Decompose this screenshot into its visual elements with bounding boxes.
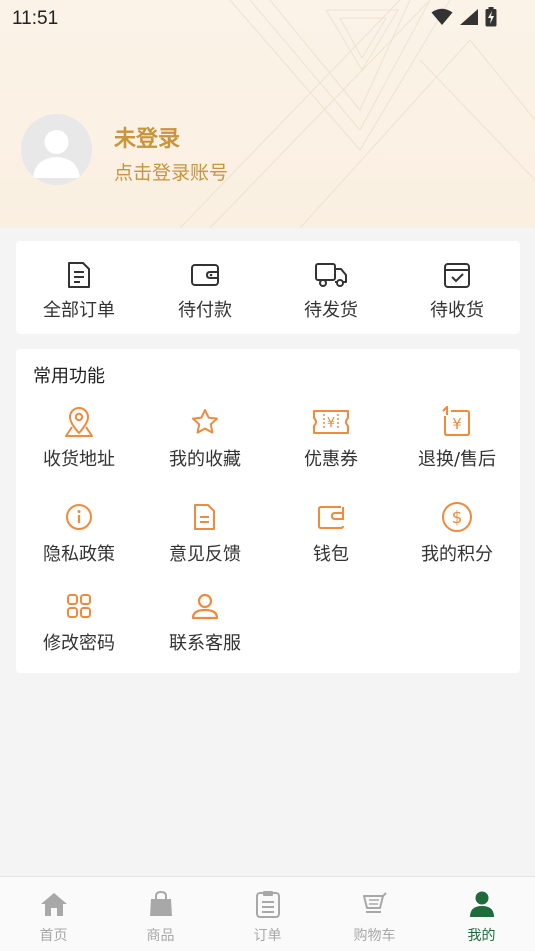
status-icons [431,7,497,27]
wifi-icon [431,8,453,25]
map-pin-icon [65,407,93,437]
grid-icon [67,594,91,618]
login-prompt[interactable]: 点击登录账号 [114,158,228,185]
svg-text:$: $ [452,508,463,528]
func-label: 钱包 [313,544,349,565]
coupon-icon: ¥ [313,410,349,434]
common-functions-card: 常用功能 收货地址 我的收藏 ¥ 优惠券 ¥ 退换/售后 隐私政策 意见反馈 钱… [16,349,520,673]
func-label: 我的积分 [421,544,493,565]
func-coupons[interactable]: ¥ 优惠券 [268,405,394,485]
order-all-label: 全部订单 [43,300,115,321]
func-privacy-policy[interactable]: 隐私政策 [16,500,142,580]
func-wallet[interactable]: 钱包 [268,500,394,580]
nav-label: 订单 [253,928,282,944]
func-feedback[interactable]: 意见反馈 [142,500,268,580]
nav-products[interactable]: 商品 [107,877,214,951]
battery-icon [485,7,497,27]
bottom-nav: 首页 商品 订单 购物车 我的 [0,876,535,951]
orders-card: 全部订单 待付款 待发货 待收货 [16,241,520,334]
svg-text:¥: ¥ [327,416,335,431]
avatar[interactable] [21,114,92,185]
cart-icon [362,892,387,913]
nav-home[interactable]: 首页 [0,877,107,951]
dollar-icon: $ [442,502,472,532]
order-pending-payment[interactable]: 待付款 [142,241,268,334]
func-label: 修改密码 [43,633,115,654]
home-icon [40,893,67,916]
wallet-icon [318,506,344,529]
nav-label: 首页 [39,928,68,944]
bag-icon [149,891,172,916]
func-change-password[interactable]: 修改密码 [16,589,142,669]
section-title: 常用功能 [33,366,105,387]
order-pending-payment-label: 待付款 [178,300,232,321]
profile-icon [469,891,494,917]
func-label: 联系客服 [169,633,241,654]
order-pending-shipment[interactable]: 待发货 [268,241,394,334]
refund-icon: ¥ [442,406,470,436]
nav-orders[interactable]: 订单 [214,877,321,951]
func-label: 优惠券 [304,449,358,470]
star-icon [192,409,218,434]
feedback-icon [194,504,215,530]
status-bar: 11:51 [0,0,535,38]
order-pending-receipt-label: 待收货 [430,300,484,321]
nav-cart[interactable]: 购物车 [321,877,428,951]
order-pending-receipt[interactable]: 待收货 [394,241,520,334]
box-check-icon [444,263,470,288]
login-status-title[interactable]: 未登录 [114,121,180,153]
order-pending-shipment-label: 待发货 [304,300,358,321]
default-avatar-icon [21,114,92,185]
func-favorites[interactable]: 我的收藏 [142,405,268,485]
wallet-icon [191,264,219,286]
truck-icon [315,263,347,287]
func-shipping-address[interactable]: 收货地址 [16,405,142,485]
status-time: 11:51 [12,8,59,29]
person-icon [191,593,219,620]
signal-icon [460,9,478,25]
document-icon [68,262,90,288]
func-label: 我的收藏 [169,449,241,470]
profile-header: 11:51 未登录 点击登录账号 [0,0,535,228]
nav-label: 购物车 [353,928,396,944]
nav-label: 我的 [467,928,496,944]
func-returns[interactable]: ¥ 退换/售后 [394,405,520,485]
info-icon [66,504,92,530]
clipboard-icon [255,891,280,918]
order-all[interactable]: 全部订单 [16,241,142,334]
nav-profile[interactable]: 我的 [428,877,535,951]
nav-label: 商品 [146,928,175,944]
func-contact-support[interactable]: 联系客服 [142,589,268,669]
func-label: 退换/售后 [417,449,497,470]
func-label: 隐私政策 [43,544,115,565]
func-points[interactable]: $ 我的积分 [394,500,520,580]
func-label: 意见反馈 [169,544,241,565]
svg-text:¥: ¥ [452,415,462,433]
func-label: 收货地址 [43,449,115,470]
